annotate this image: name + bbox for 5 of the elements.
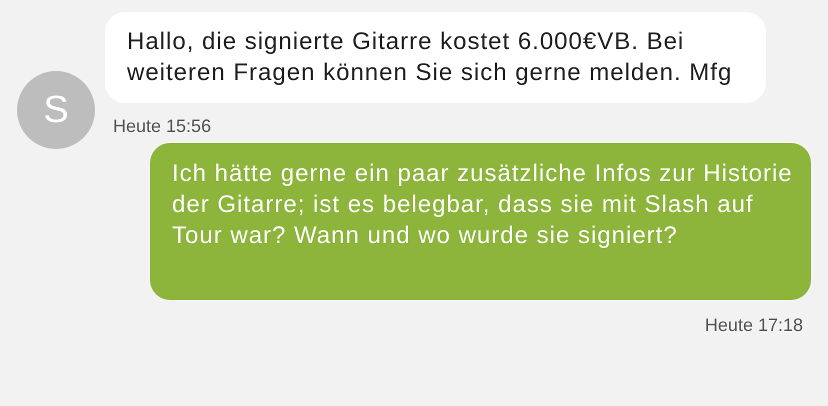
message-bubble: Ich hätte gerne ein paar zusätzliche Infos zur Historie der Gitarre; ist es belegbar, dass sie mit Slash auf Tour war? Wann und wo wurde sie signiert?: [150, 143, 811, 300]
message-time: Heute 17:18: [704, 314, 803, 336]
avatar: S: [17, 71, 95, 149]
message-bubble: Hallo, die signierte Gitarre kostet 6.000€VB. Bei weiteren Fragen können Sie sich gerne melden. Mfg: [105, 12, 766, 103]
message-time: Heute 15:56: [113, 115, 212, 137]
